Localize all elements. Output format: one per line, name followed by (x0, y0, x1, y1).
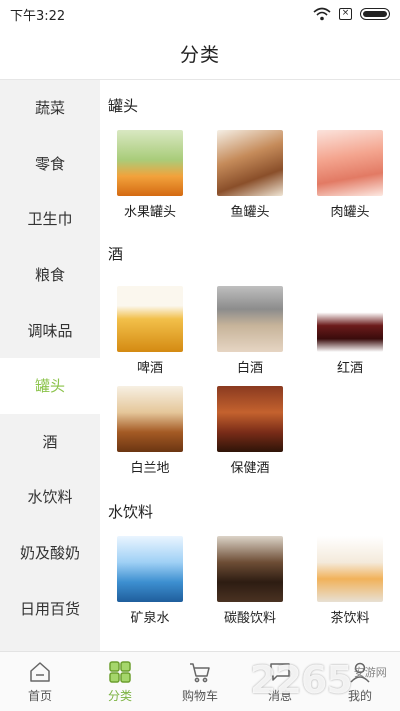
nav-label: 分类 (107, 688, 132, 703)
product-brandy[interactable]: 白兰地 (100, 386, 200, 478)
sidebar-item-grains[interactable]: 粮食 (0, 247, 100, 303)
product-label: 碳酸饮料 (223, 611, 276, 626)
sidebar-item-canned[interactable]: 罐头 (0, 357, 100, 414)
sidebar-item-snacks[interactable]: 零食 (0, 136, 100, 192)
sidebar-item-seasoning[interactable]: 调味品 (0, 302, 100, 358)
nav-label: 我的 (347, 688, 372, 703)
bottom-nav: 首页 分类 购物车 消息 我的 (0, 651, 400, 711)
page-header: 分类 (0, 28, 400, 80)
sidebar-item-alcohol[interactable]: 酒 (0, 414, 100, 470)
tea-drink-image (317, 536, 383, 602)
sidebar-item-drinks[interactable]: 水饮料 (0, 469, 100, 525)
section-title: 罐头 (108, 97, 139, 115)
nav-cart[interactable]: 购物车 (160, 652, 240, 711)
beer-image (117, 286, 183, 352)
nav-messages[interactable]: 消息 (240, 652, 320, 711)
section-grid: 矿泉水 碳酸饮料 茶饮料 (100, 536, 400, 636)
product-label: 鱼罐头 (230, 205, 270, 220)
section-grid: 啤酒 白酒 红酒 白兰地 保健酒 (100, 286, 400, 486)
product-soda[interactable]: 碳酸饮料 (200, 536, 300, 628)
soda-image (217, 536, 283, 602)
sidebar-item-label: 蔬菜 (34, 99, 65, 118)
nav-label: 首页 (27, 688, 52, 703)
product-label: 白兰地 (130, 461, 170, 476)
sidebar-item-sanitary-pads[interactable]: 卫生巾 (0, 191, 100, 247)
product-mineral-water[interactable]: 矿泉水 (100, 536, 200, 628)
fruit-can-image (117, 130, 183, 196)
product-label: 红酒 (336, 361, 363, 376)
mineral-water-image (117, 536, 183, 602)
section-title: 酒 (108, 245, 124, 263)
product-red-wine[interactable]: 红酒 (300, 286, 400, 378)
sidebar-item-label: 日用百货 (19, 599, 80, 618)
product-health-wine[interactable]: 保健酒 (200, 386, 300, 478)
product-label: 矿泉水 (130, 611, 170, 626)
sidebar-item-label: 粮食 (34, 266, 65, 285)
page-title: 分类 (179, 44, 220, 66)
sidebar-item-label: 奶及酸奶 (19, 544, 80, 563)
home-icon (30, 661, 50, 682)
section-grid: 水果罐头 鱼罐头 肉罐头 (100, 130, 400, 230)
product-fish-can[interactable]: 鱼罐头 (200, 130, 300, 222)
sidebar-item-label: 罐头 (34, 377, 65, 396)
product-baijiu[interactable]: 白酒 (200, 286, 300, 378)
product-label: 茶饮料 (330, 611, 370, 626)
nav-label: 消息 (267, 688, 292, 703)
product-label: 肉罐头 (330, 205, 370, 220)
sidebar-item-daily-goods[interactable]: 日用百货 (0, 580, 100, 636)
health-wine-image (217, 386, 283, 452)
status-bar: 下午3:22 × (0, 0, 400, 28)
sidebar-item-milk[interactable]: 奶及酸奶 (0, 525, 100, 581)
product-beer[interactable]: 啤酒 (100, 286, 200, 378)
battery-icon (360, 8, 390, 20)
section-title: 水饮料 (108, 503, 154, 521)
sidebar-item-label: 酒 (42, 432, 58, 451)
status-icons: × (313, 7, 390, 21)
category-sidebar: 蔬菜 零食 卫生巾 粮食 调味品 罐头 酒 水饮料 奶及酸奶 日用百货 (0, 80, 100, 651)
nav-category[interactable]: 分类 (80, 652, 160, 711)
wifi-icon (313, 7, 331, 21)
cart-icon (190, 662, 210, 682)
category-icon (109, 660, 131, 683)
product-label: 白酒 (236, 361, 263, 376)
product-label: 保健酒 (230, 461, 270, 476)
product-label: 水果罐头 (123, 205, 176, 220)
sim-icon: × (339, 8, 352, 20)
product-label: 啤酒 (136, 361, 163, 376)
sidebar-item-vegetables[interactable]: 蔬菜 (0, 80, 100, 136)
product-fruit-can[interactable]: 水果罐头 (100, 130, 200, 222)
sidebar-item-label: 零食 (34, 154, 65, 173)
meat-can-image (317, 130, 383, 196)
sidebar-item-label: 调味品 (27, 321, 73, 340)
red-wine-image (317, 286, 383, 352)
nav-profile[interactable]: 我的 (320, 652, 400, 711)
product-meat-can[interactable]: 肉罐头 (300, 130, 400, 222)
category-content: 罐头 水果罐头 鱼罐头 肉罐头 酒 啤酒 白酒 红酒 白兰地 保健酒 水饮料 矿… (100, 80, 400, 651)
fish-can-image (217, 130, 283, 196)
baijiu-image (217, 286, 283, 352)
sidebar-item-label: 水饮料 (27, 488, 73, 507)
sidebar-item-label: 卫生巾 (27, 210, 73, 229)
brandy-image (117, 386, 183, 452)
nav-label: 购物车 (181, 688, 218, 703)
status-time: 下午3:22 (10, 8, 66, 24)
nav-home[interactable]: 首页 (0, 652, 80, 711)
product-tea-drink[interactable]: 茶饮料 (300, 536, 400, 628)
profile-icon (350, 662, 370, 683)
message-icon (270, 662, 290, 681)
